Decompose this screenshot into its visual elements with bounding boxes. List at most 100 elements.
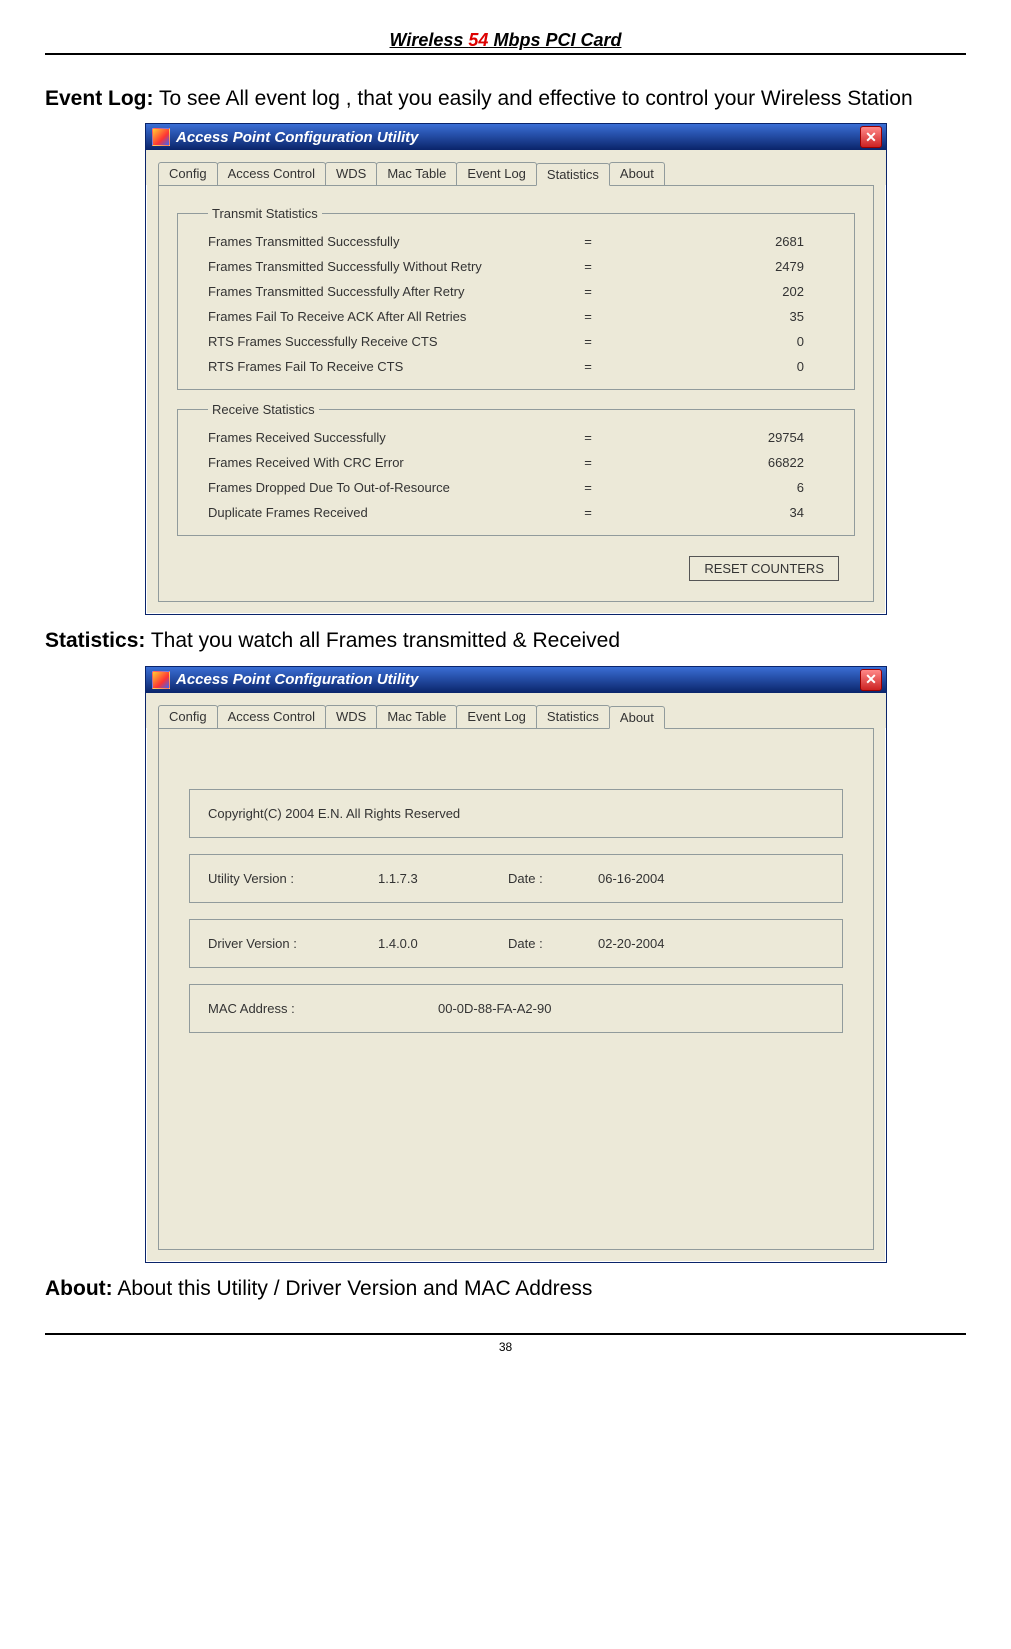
- stat-label: Frames Transmitted Successfully: [208, 234, 568, 249]
- equals-icon: =: [568, 259, 608, 274]
- copyright-text: Copyright(C) 2004 E.N. All Rights Reserv…: [208, 806, 460, 821]
- equals-icon: =: [568, 284, 608, 299]
- titlebar: Access Point Configuration Utility ✕: [146, 124, 886, 150]
- utility-version-box: Utility Version : 1.1.7.3 Date : 06-16-2…: [189, 854, 843, 903]
- stat-value: 6: [608, 480, 844, 495]
- titlebar: Access Point Configuration Utility ✕: [146, 667, 886, 693]
- stat-label: Frames Transmitted Successfully Without …: [208, 259, 568, 274]
- about-label: About:: [45, 1277, 113, 1300]
- stat-row: Frames Transmitted Successfully=2681: [208, 229, 844, 254]
- tab-config[interactable]: Config: [158, 705, 218, 728]
- equals-icon: =: [568, 480, 608, 495]
- transmit-legend: Transmit Statistics: [208, 206, 322, 221]
- tab-statistics[interactable]: Statistics: [536, 163, 610, 186]
- event-log-paragraph: Event Log: To see All event log , that y…: [45, 85, 966, 113]
- tab-event-log[interactable]: Event Log: [456, 162, 537, 185]
- stat-label: Duplicate Frames Received: [208, 505, 568, 520]
- tab-about[interactable]: About: [609, 706, 665, 729]
- stat-label: RTS Frames Fail To Receive CTS: [208, 359, 568, 374]
- copyright-box: Copyright(C) 2004 E.N. All Rights Reserv…: [189, 789, 843, 838]
- stat-label: Frames Received Successfully: [208, 430, 568, 445]
- equals-icon: =: [568, 359, 608, 374]
- reset-counters-button[interactable]: RESET COUNTERS: [689, 556, 839, 581]
- stat-row: Frames Transmitted Successfully Without …: [208, 254, 844, 279]
- receive-legend: Receive Statistics: [208, 402, 319, 417]
- tab-access-control[interactable]: Access Control: [217, 162, 326, 185]
- tab-about[interactable]: About: [609, 162, 665, 185]
- app-icon: [152, 128, 170, 146]
- tab-access-control[interactable]: Access Control: [217, 705, 326, 728]
- about-paragraph: About: About this Utility / Driver Versi…: [45, 1275, 966, 1303]
- tab-config[interactable]: Config: [158, 162, 218, 185]
- tab-wds[interactable]: WDS: [325, 705, 377, 728]
- utility-date-value: 06-16-2004: [598, 871, 824, 886]
- window-title: Access Point Configuration Utility: [176, 671, 419, 688]
- stat-value: 2479: [608, 259, 844, 274]
- statistics-window: Access Point Configuration Utility ✕ Con…: [145, 123, 887, 615]
- tab-statistics[interactable]: Statistics: [536, 705, 610, 728]
- tab-mac-table[interactable]: Mac Table: [376, 162, 457, 185]
- event-log-text: To see All event log , that you easily a…: [154, 87, 913, 110]
- driver-version-label: Driver Version :: [208, 936, 348, 951]
- utility-version-label: Utility Version :: [208, 871, 348, 886]
- about-window: Access Point Configuration Utility ✕ Con…: [145, 666, 887, 1263]
- tabstrip: Config Access Control WDS Mac Table Even…: [146, 150, 886, 185]
- close-icon[interactable]: ✕: [860, 669, 882, 691]
- close-icon[interactable]: ✕: [860, 126, 882, 148]
- stat-row: Frames Dropped Due To Out-of-Resource=6: [208, 475, 844, 500]
- about-text: About this Utility / Driver Version and …: [113, 1277, 593, 1300]
- stat-row: Frames Fail To Receive ACK After All Ret…: [208, 304, 844, 329]
- equals-icon: =: [568, 505, 608, 520]
- stat-value: 202: [608, 284, 844, 299]
- divider-bottom: [45, 1333, 966, 1335]
- divider-top: [45, 53, 966, 55]
- header-post: Mbps PCI Card: [488, 30, 621, 50]
- statistics-paragraph: Statistics: That you watch all Frames tr…: [45, 627, 966, 655]
- stat-label: Frames Fail To Receive ACK After All Ret…: [208, 309, 568, 324]
- driver-version-value: 1.4.0.0: [378, 936, 478, 951]
- window-title: Access Point Configuration Utility: [176, 129, 419, 146]
- statistics-text: That you watch all Frames transmitted & …: [145, 629, 620, 652]
- equals-icon: =: [568, 234, 608, 249]
- tab-wds[interactable]: WDS: [325, 162, 377, 185]
- equals-icon: =: [568, 430, 608, 445]
- stat-label: Frames Transmitted Successfully After Re…: [208, 284, 568, 299]
- mac-address-value: 00-0D-88-FA-A2-90: [438, 1001, 824, 1016]
- equals-icon: =: [568, 455, 608, 470]
- page-number: 38: [45, 1340, 966, 1354]
- mac-address-label: MAC Address :: [208, 1001, 408, 1016]
- utility-version-value: 1.1.7.3: [378, 871, 478, 886]
- stat-value: 66822: [608, 455, 844, 470]
- stat-row: RTS Frames Successfully Receive CTS=0: [208, 329, 844, 354]
- statistics-tab-body: Transmit Statistics Frames Transmitted S…: [158, 185, 874, 602]
- event-log-label: Event Log:: [45, 87, 154, 110]
- tab-mac-table[interactable]: Mac Table: [376, 705, 457, 728]
- stat-label: Frames Received With CRC Error: [208, 455, 568, 470]
- statistics-label: Statistics:: [45, 629, 145, 652]
- stat-label: Frames Dropped Due To Out-of-Resource: [208, 480, 568, 495]
- stat-label: RTS Frames Successfully Receive CTS: [208, 334, 568, 349]
- header-red: 54: [468, 30, 488, 50]
- tab-event-log[interactable]: Event Log: [456, 705, 537, 728]
- stat-value: 34: [608, 505, 844, 520]
- stat-row: Frames Received With CRC Error=66822: [208, 450, 844, 475]
- receive-statistics: Receive Statistics Frames Received Succe…: [177, 402, 855, 536]
- stat-row: Frames Transmitted Successfully After Re…: [208, 279, 844, 304]
- stat-row: Frames Received Successfully=29754: [208, 425, 844, 450]
- about-tab-body: Copyright(C) 2004 E.N. All Rights Reserv…: [158, 728, 874, 1250]
- driver-version-box: Driver Version : 1.4.0.0 Date : 02-20-20…: [189, 919, 843, 968]
- header-pre: Wireless: [390, 30, 469, 50]
- page-header: Wireless 54 Mbps PCI Card: [45, 30, 966, 51]
- tabstrip: Config Access Control WDS Mac Table Even…: [146, 693, 886, 728]
- mac-address-box: MAC Address : 00-0D-88-FA-A2-90: [189, 984, 843, 1033]
- driver-date-label: Date :: [508, 936, 568, 951]
- stat-value: 2681: [608, 234, 844, 249]
- stat-value: 35: [608, 309, 844, 324]
- stat-value: 0: [608, 334, 844, 349]
- driver-date-value: 02-20-2004: [598, 936, 824, 951]
- stat-value: 29754: [608, 430, 844, 445]
- stat-row: RTS Frames Fail To Receive CTS=0: [208, 354, 844, 379]
- equals-icon: =: [568, 309, 608, 324]
- utility-date-label: Date :: [508, 871, 568, 886]
- stat-value: 0: [608, 359, 844, 374]
